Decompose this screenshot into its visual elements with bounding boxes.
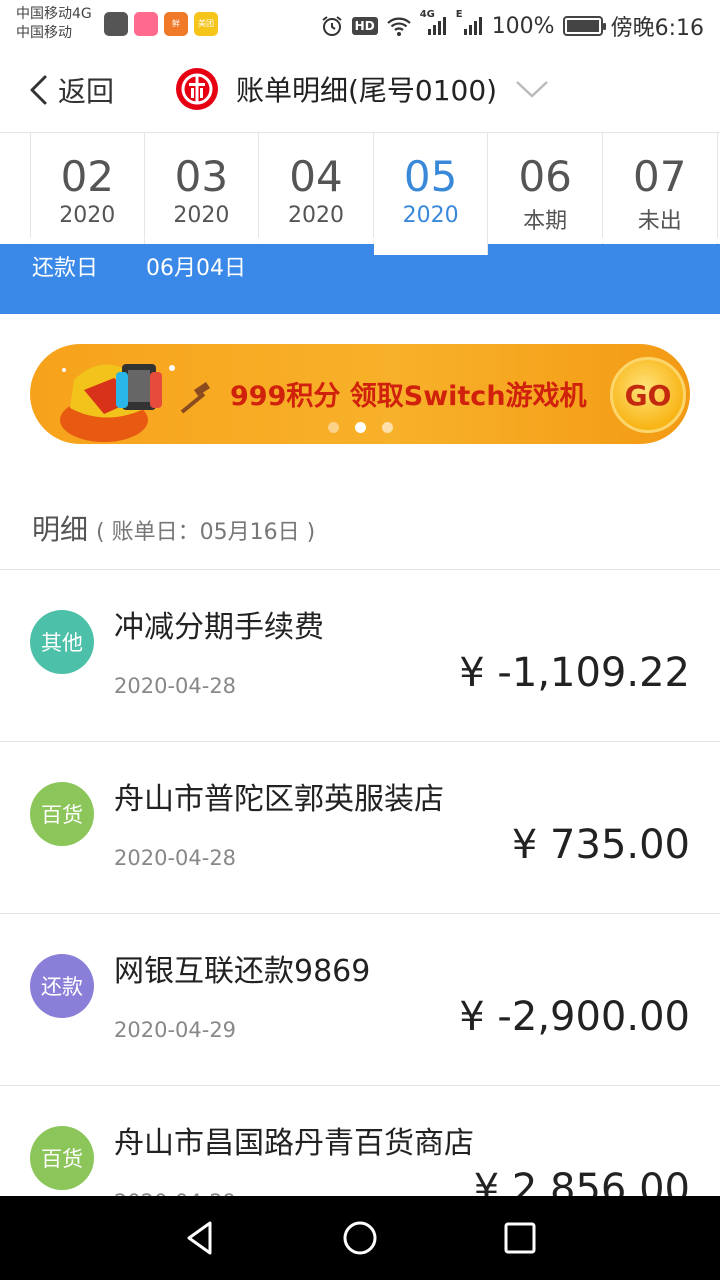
tab-month-06[interactable]: 06 本期 [488,133,603,245]
net-4g-label: 4G [419,9,435,20]
system-nav-bar [0,1196,720,1280]
tab-month-07[interactable]: 07 未出 [602,133,718,245]
shopping-app-icon: 鲜 [164,12,188,36]
carousel-dot[interactable] [327,422,339,433]
detail-section-header: 明细 ( 账单日：05月16日 ) [32,508,315,548]
tab-month-label: 04 [289,152,343,201]
detail-title: 明细 [32,513,89,546]
transaction-amount: ¥ -1,109.22 [459,650,690,696]
tab-sub-label: 2020 [402,203,459,228]
tab-month-label: 02 [60,152,115,201]
transaction-row[interactable]: 百货 舟山市普陀区郭英服装店 2020-04-28 ¥ 735.00 [0,742,720,914]
signal-4g-icon: 4G [420,9,448,37]
merchant-name: 冲减分期手续费 [114,610,324,645]
chevron-down-icon [516,81,548,98]
transaction-date: 2020-04-28 [114,846,237,870]
battery-icon [562,16,606,36]
back-button[interactable]: 返回 [28,70,114,110]
tab-sub-label: 2020 [173,203,230,228]
app-header: 返回 账单明细(尾号0100) [0,50,720,132]
hd-icon: HD [351,17,378,35]
video-play-icon [134,12,158,36]
transaction-row[interactable]: 其他 冲减分期手续费 2020-04-28 ¥ -1,109.22 [0,570,720,742]
bank-logo-icon [176,68,218,110]
banner-text: 999积分 领取Switch游戏机 [230,381,587,412]
meituan-icon: 美团 [194,12,218,36]
category-badge: 百货 [30,1126,94,1190]
transaction-row[interactable]: 还款 网银互联还款9869 2020-04-29 ¥ -2,900.00 [0,914,720,1086]
transaction-list: 其他 冲减分期手续费 2020-04-28 ¥ -1,109.22 百货 舟山市普陀区郭英… [0,570,720,1258]
carrier-primary: 中国移动4G [16,6,92,22]
back-label: 返回 [58,75,115,108]
promo-banner[interactable]: 999积分 领取Switch游戏机 GO [30,344,690,444]
carrier-secondary: 中国移动 [16,25,72,41]
tab-month-label: 03 [174,152,229,201]
tab-edge-decoration [0,238,720,250]
carousel-indicator [30,422,690,433]
nav-recents-button[interactable] [500,1218,540,1258]
carousel-dot[interactable] [354,422,366,433]
category-badge: 还款 [30,954,94,1018]
transaction-date: 2020-04-29 [114,1018,237,1042]
transaction-date: 2020-04-28 [114,674,237,698]
chat-bubble-icon [104,12,128,36]
tab-month-label: 06 [518,152,572,201]
repay-label: 还款日 [32,256,99,281]
nav-back-button[interactable] [180,1218,220,1258]
clock: 傍晚6:16 [610,16,704,41]
merchant-name: 舟山市普陀区郭英服装店 [114,782,444,817]
battery-percent: 100% [491,13,555,39]
month-tabs: 02 2020 03 2020 04 2020 05 2020 06 本期 07 未出 [0,132,720,255]
statement-date: ( 账单日：05月16日 ) [96,520,316,545]
square-recents-icon [504,1222,536,1254]
card-selector[interactable]: 账单明细(尾号0100) [176,68,549,110]
nav-home-button[interactable] [340,1218,380,1258]
tab-month-03[interactable]: 03 2020 [144,133,260,245]
net-e-label: E [455,9,463,20]
merchant-name: 舟山市昌国路丹青百货商店 [114,1126,474,1161]
triangle-back-icon [187,1221,212,1255]
transaction-amount: ¥ 735.00 [511,822,690,868]
tab-sub-label: 本期 [523,209,568,234]
carrier-info: 中国移动4G 中国移动 [16,5,92,43]
carousel-dot[interactable] [381,422,393,433]
tab-sub-label: 2020 [287,203,344,228]
tab-month-label: 07 [633,152,687,201]
notification-icons: 鲜美团 [104,12,218,36]
repay-date: 06月04日 [146,256,246,281]
alarm-icon [320,14,344,38]
circle-home-icon [343,1221,377,1255]
merchant-name: 网银互联还款9869 [114,954,371,989]
status-bar: 中国移动4G 中国移动 鲜美团 HD 4G E 100% 傍晚6:16 [0,0,720,50]
tab-month-label: 05 [403,152,458,201]
wifi-icon [386,15,412,37]
tab-sub-label: 2020 [59,203,116,228]
category-badge: 其他 [30,610,94,674]
transaction-amount: ¥ -2,900.00 [459,994,690,1040]
signal-e-icon: E [456,9,484,37]
tab-sub-label: 未出 [637,209,682,234]
tab-month-04[interactable]: 04 2020 [259,133,374,245]
repayment-bar: 还款日 06月04日 [0,244,720,314]
page-title: 账单明细(尾号0100) [236,74,498,107]
category-badge: 百货 [30,782,94,846]
status-indicators: HD 4G E 100% 傍晚6:16 [320,9,704,42]
tab-month-05[interactable]: 05 2020 [373,133,489,255]
chevron-left-icon [30,75,47,105]
tab-month-02[interactable]: 02 2020 [30,133,145,245]
